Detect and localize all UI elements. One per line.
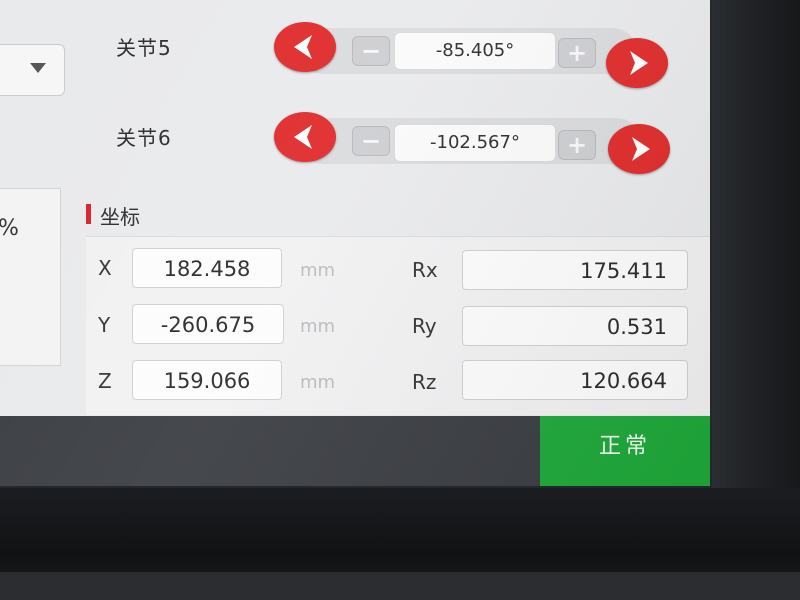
- axis-x-label: X: [98, 256, 112, 280]
- joint-5-increase-button[interactable]: [606, 38, 668, 88]
- x-value-field[interactable]: 182.458: [132, 248, 282, 288]
- chevron-left-icon: [294, 35, 312, 59]
- joint-5-plus-button[interactable]: +: [558, 38, 596, 68]
- chevron-left-icon: [294, 125, 312, 149]
- z-value-field[interactable]: 159.066: [132, 360, 282, 400]
- minus-icon: −: [360, 37, 382, 65]
- rx-value-field[interactable]: 175.411: [462, 250, 688, 290]
- y-value-field[interactable]: -260.675: [132, 304, 284, 344]
- joint-6-label: 关节6: [116, 126, 172, 150]
- joint-5-minus-button[interactable]: −: [352, 36, 390, 66]
- coordinates-title: 坐标: [100, 205, 140, 229]
- plus-icon: +: [566, 131, 588, 159]
- joint-6-minus-button[interactable]: −: [352, 126, 390, 156]
- joint-6-decrease-button[interactable]: [274, 112, 336, 162]
- left-panel: [0, 188, 61, 366]
- joint-5-decrease-button[interactable]: [274, 22, 336, 72]
- y-unit: mm: [300, 316, 336, 337]
- x-unit: mm: [300, 260, 336, 281]
- z-unit: mm: [300, 372, 336, 393]
- ry-value-field[interactable]: 0.531: [462, 306, 688, 346]
- joint-5-value[interactable]: -85.405°: [394, 32, 556, 70]
- joint-6-value[interactable]: -102.567°: [394, 124, 556, 162]
- robot-control-screen: % 关节5 − -85.405° + 关节6 − -102.567° + 坐标 …: [0, 0, 710, 486]
- joint-6-increase-button[interactable]: [608, 124, 670, 174]
- monitor-bezel-edge: [0, 572, 800, 600]
- section-marker: [86, 204, 91, 224]
- chevron-right-icon: [632, 137, 650, 161]
- joint-6-plus-button[interactable]: +: [558, 130, 596, 160]
- percent-label: %: [0, 216, 19, 241]
- rz-value-field[interactable]: 120.664: [462, 360, 688, 400]
- axis-ry-label: Ry: [412, 314, 437, 338]
- axis-rz-label: Rz: [412, 370, 437, 394]
- chevron-right-icon: [630, 51, 648, 75]
- mode-dropdown[interactable]: [0, 44, 65, 96]
- chevron-down-icon: [30, 63, 46, 73]
- status-indicator: 正常: [540, 416, 710, 486]
- minus-icon: −: [360, 127, 382, 155]
- axis-y-label: Y: [98, 313, 111, 337]
- axis-rx-label: Rx: [412, 258, 438, 282]
- status-bar: 正常: [0, 416, 710, 486]
- axis-z-label: Z: [98, 369, 112, 393]
- plus-icon: +: [566, 39, 588, 67]
- joint-5-label: 关节5: [116, 36, 172, 60]
